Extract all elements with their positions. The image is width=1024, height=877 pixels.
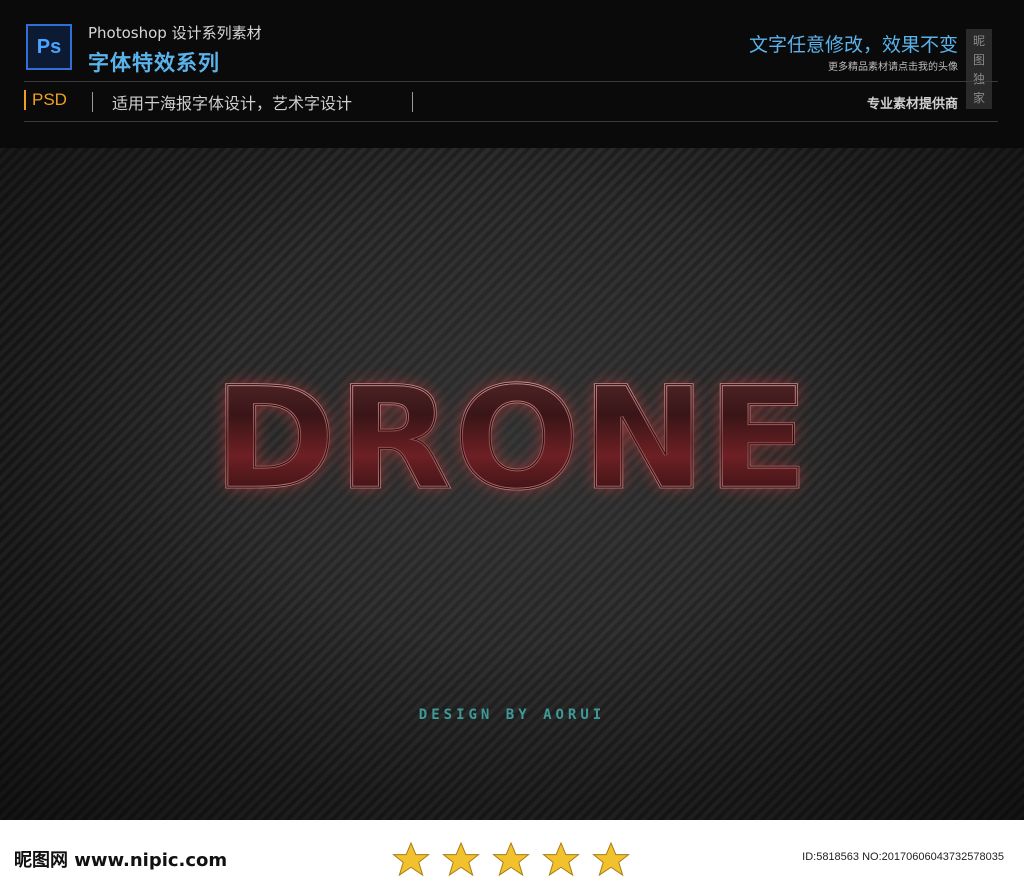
star-icon [542, 842, 580, 877]
series-title: Photoshop 设计系列素材 [88, 24, 262, 42]
series-subtitle: 字体特效系列 [88, 51, 220, 75]
photoshop-logo-text: Ps [36, 35, 62, 58]
star-icon [492, 842, 530, 877]
star-icon [392, 842, 430, 877]
exclusive-char: 昵 [972, 34, 985, 48]
site-watermark[interactable]: 昵图网 www.nipic.com [14, 846, 227, 872]
headline-inner-stroke: DRONE [213, 358, 811, 522]
star-icon [442, 842, 480, 877]
exclusive-char: 图 [972, 53, 985, 67]
divider [412, 92, 413, 112]
footer-bar: 昵图网 www.nipic.com ID:5818563 NO:20170606… [0, 820, 1024, 877]
exclusive-badge: 昵 图 独 家 [966, 29, 992, 109]
exclusive-char: 家 [972, 91, 985, 105]
rating-stars [392, 842, 630, 877]
slogan-link[interactable]: 更多精品素材请点击我的头像 [828, 58, 958, 73]
design-credit: DESIGN BY AORUI [418, 707, 606, 723]
provider-text: 专业素材提供商 [866, 97, 958, 112]
divider [92, 92, 93, 112]
slogan: 文字任意修改，效果不变 [748, 34, 958, 56]
divider [24, 121, 998, 122]
divider [24, 81, 998, 82]
exclusive-char: 独 [972, 72, 985, 86]
star-icon [592, 842, 630, 877]
psd-tag: PSD [24, 90, 67, 110]
artwork-canvas: DRONE DRONE DRONE DESIGN BY AORUI [0, 148, 1024, 820]
photoshop-logo-icon: Ps [26, 24, 72, 70]
header-banner: Ps Photoshop 设计系列素材 字体特效系列 文字任意修改，效果不变 更… [0, 0, 1024, 148]
image-id: ID:5818563 NO:20170606043732578035 [802, 851, 1004, 863]
usage-text: 适用于海报字体设计，艺术字设计 [112, 94, 353, 113]
